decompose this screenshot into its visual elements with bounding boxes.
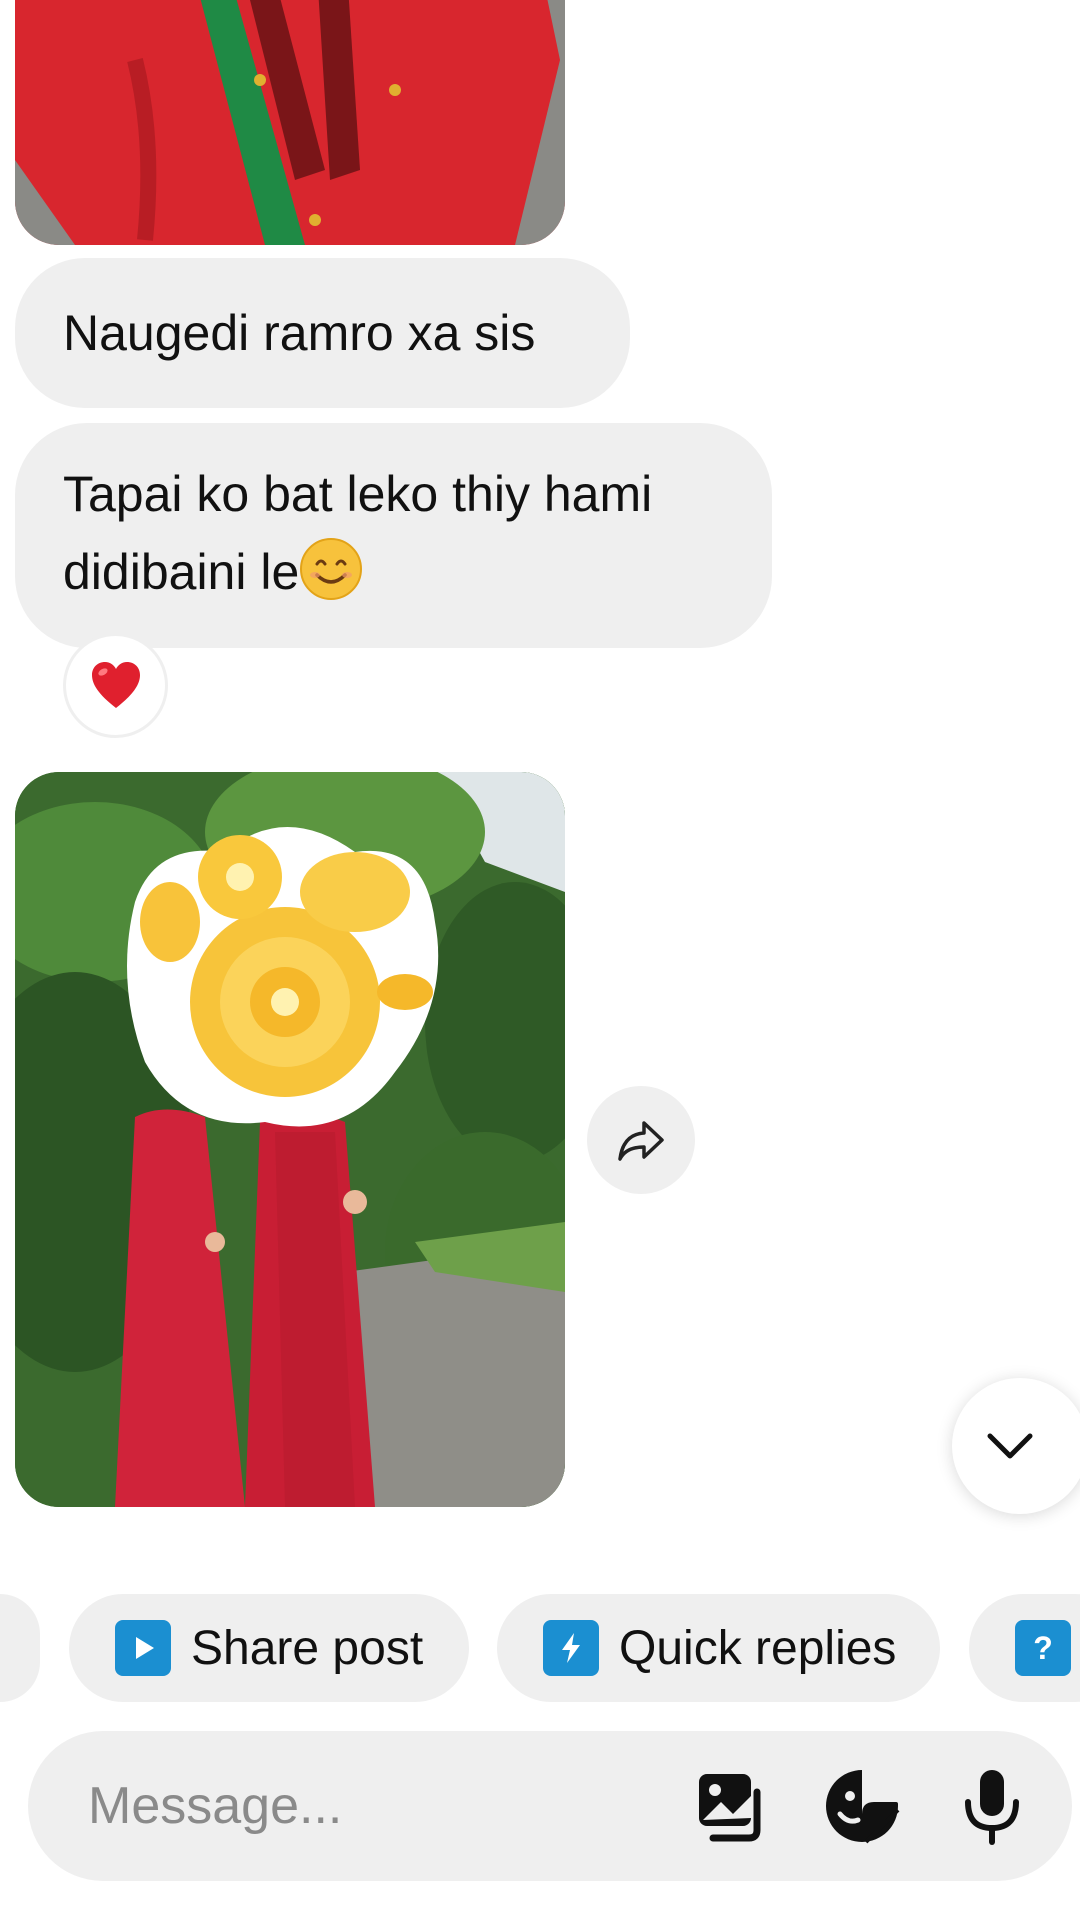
chevron-down-icon [987,1433,1033,1459]
gallery-button[interactable] [691,1764,775,1848]
quick-replies-chip[interactable]: Quick replies [497,1594,940,1702]
microphone-button[interactable] [950,1764,1034,1848]
svg-text:?: ? [1033,1630,1053,1666]
message-reaction[interactable] [63,633,168,738]
microphone-icon [965,1770,1019,1845]
quick-action-chip-partial[interactable] [0,1594,40,1702]
shared-photo-top[interactable] [15,0,565,245]
message-text-line: Tapai ko bat leko thiy hami [63,466,653,522]
message-input[interactable] [88,1731,648,1881]
sticker-icon [826,1770,900,1844]
question-icon: ? [1015,1620,1071,1676]
lightning-icon [543,1620,599,1676]
sticker-button[interactable] [820,1764,904,1848]
chip-label: Share post [191,1621,424,1675]
message-composer [28,1731,1072,1881]
heart-icon [91,661,140,708]
message-text: Naugedi ramro xa sis [63,305,536,361]
chip-label: Quick replies [619,1621,897,1675]
forward-button[interactable] [587,1086,695,1194]
received-message[interactable]: Tapai ko bat leko thiy hami didibaini le [15,423,772,648]
forward-icon [618,1121,664,1161]
shared-photo[interactable] [15,772,565,1507]
scroll-to-bottom-button[interactable] [952,1378,1080,1514]
message-text-line: didibaini le [63,544,300,600]
play-icon [115,1620,171,1676]
help-chip[interactable]: ? [969,1594,1080,1702]
smiling-face-emoji-icon [299,537,363,601]
gallery-icon [699,1774,761,1842]
received-message[interactable]: Naugedi ramro xa sis [15,258,630,408]
share-post-chip[interactable]: Share post [69,1594,469,1702]
